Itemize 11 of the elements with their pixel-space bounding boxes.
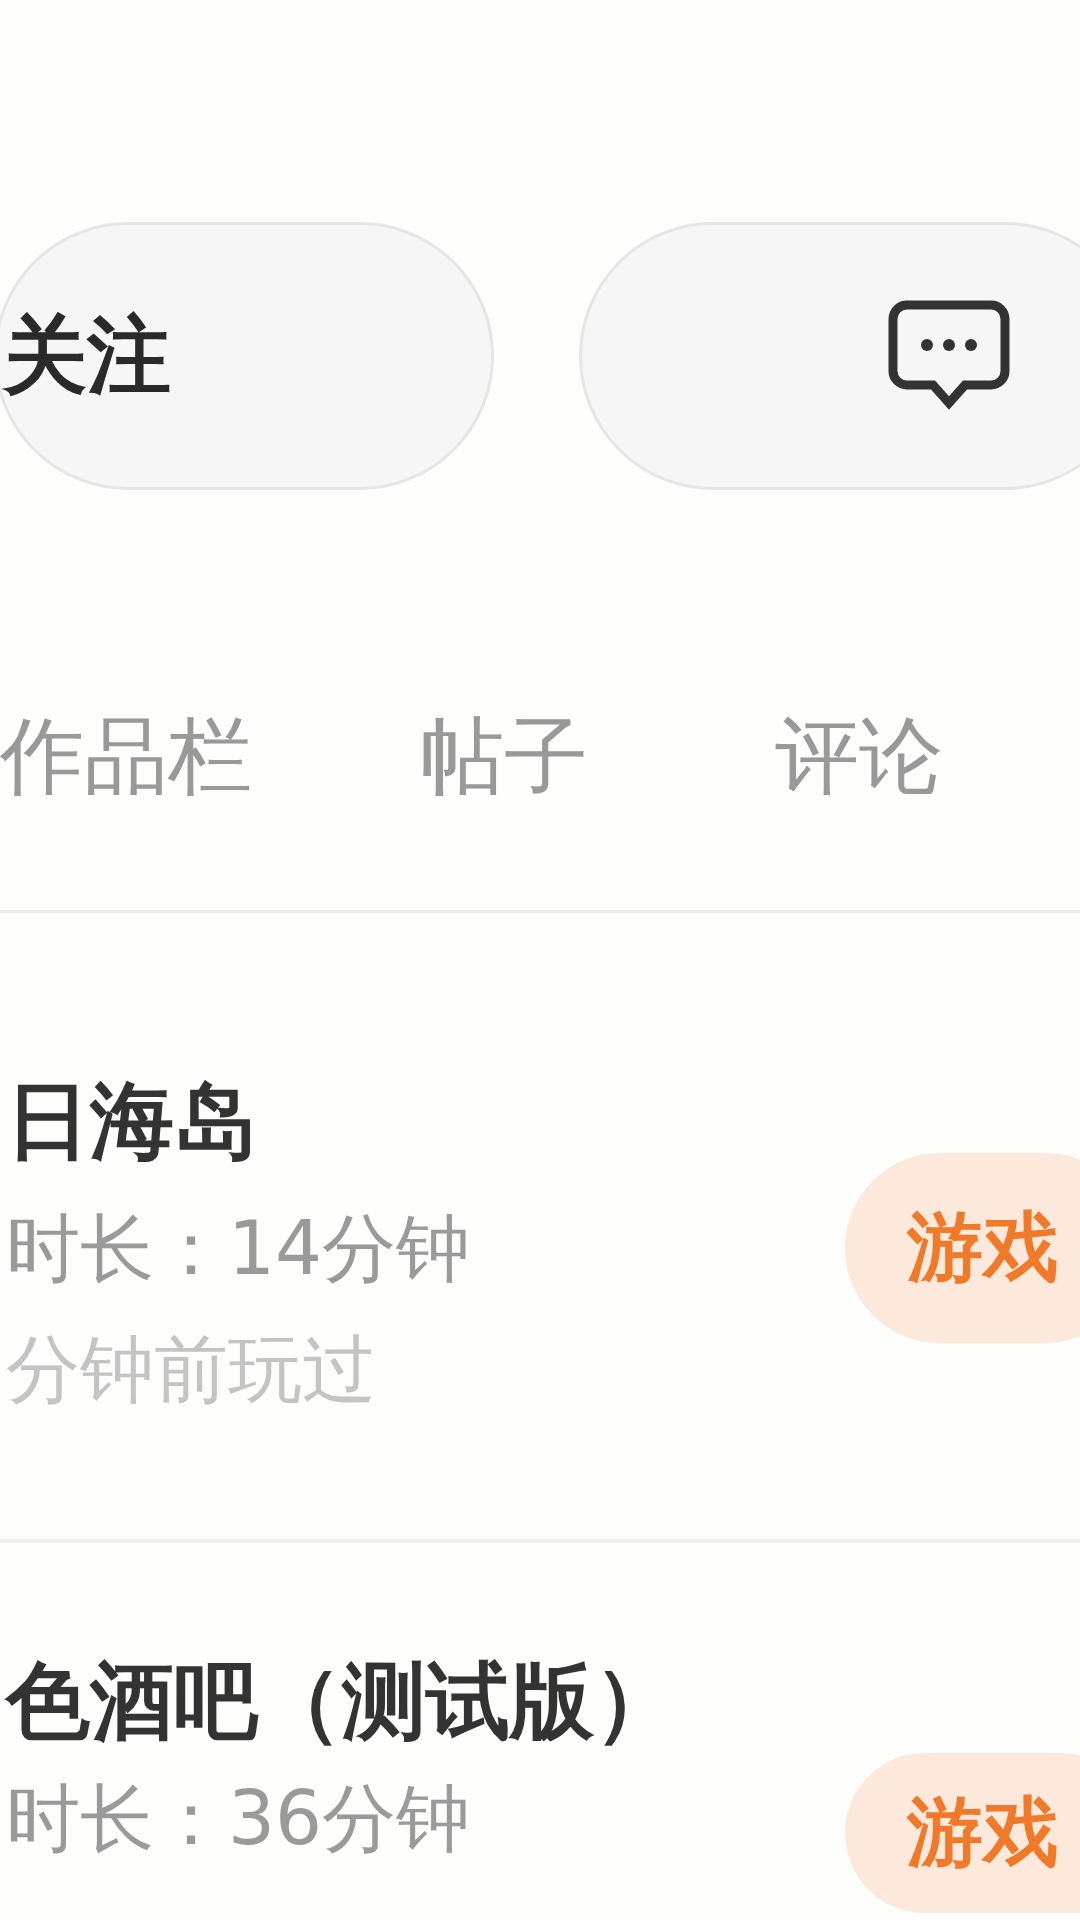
tab[interactable]: 帖子 bbox=[420, 714, 775, 798]
game-tag: 游戏 bbox=[845, 1153, 1080, 1343]
play-duration: 时长：14分钟 bbox=[6, 1205, 471, 1291]
game-tag: 游戏 bbox=[845, 1753, 1080, 1913]
game-title: 日海岛 bbox=[6, 1073, 258, 1170]
play-duration: 时长：36分钟 bbox=[6, 1775, 471, 1861]
last-played: 分钟前玩过 bbox=[6, 1326, 376, 1412]
tab[interactable]: 评论 bbox=[775, 714, 943, 798]
comment-button[interactable] bbox=[579, 222, 1080, 490]
game-title: 色酒吧（测试版） bbox=[6, 1653, 678, 1750]
follow-button[interactable]: 关注 bbox=[0, 222, 494, 490]
